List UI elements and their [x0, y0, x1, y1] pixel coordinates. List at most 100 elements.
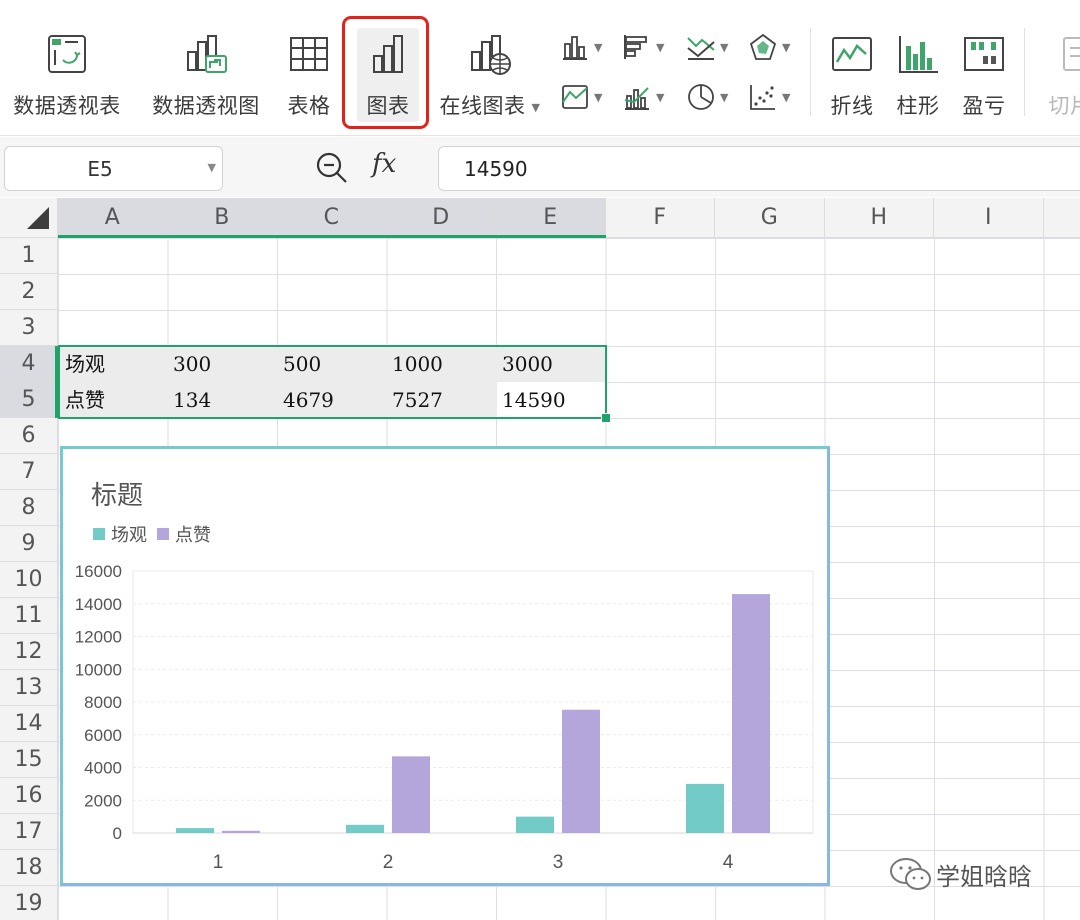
chevron-down-icon: ▼ — [720, 90, 729, 104]
y-tick-label: 0 — [113, 824, 122, 843]
sparkline-winloss-button[interactable]: 盈亏 — [958, 0, 1010, 120]
area-chart-menu[interactable]: ▼ — [560, 82, 616, 112]
pivot-chart-button[interactable]: 数据透视图 — [150, 0, 262, 120]
row-header-9[interactable]: 9 — [0, 526, 57, 562]
row-header-4[interactable]: 4 — [0, 346, 57, 382]
wechat-icon — [890, 858, 931, 890]
sparkline-line-button[interactable]: 折线 — [826, 0, 878, 120]
bar-场观 — [346, 824, 384, 833]
column-header-I[interactable]: I — [934, 198, 1044, 237]
row-header-16[interactable]: 16 — [0, 778, 57, 814]
sparkline-line-label: 折线 — [830, 94, 874, 118]
sparkline-line-icon — [832, 37, 872, 71]
table-label: 表格 — [287, 94, 331, 118]
row-header-5[interactable]: 5 — [0, 382, 57, 418]
column-header-H[interactable]: H — [825, 198, 934, 237]
row-header-15[interactable]: 15 — [0, 742, 57, 778]
row-header-10[interactable]: 10 — [0, 562, 57, 598]
row-header-6[interactable]: 6 — [0, 418, 57, 454]
y-tick-label: 2000 — [84, 791, 122, 810]
column-header-F[interactable]: F — [606, 198, 715, 237]
sparkline-winloss-icon — [964, 37, 1004, 71]
line-chart-menu[interactable]: ▼ — [686, 32, 742, 62]
pie-chart-menu[interactable]: ▼ — [686, 82, 742, 112]
fill-handle[interactable] — [601, 413, 611, 423]
chevron-down-icon: ▼ — [720, 40, 729, 54]
chevron-down-icon[interactable]: ▼ — [208, 161, 216, 174]
y-tick-label: 8000 — [84, 693, 122, 712]
combo-chart-menu[interactable]: ▼ — [622, 82, 678, 112]
chevron-down-icon: ▼ — [594, 40, 603, 54]
fx-icon[interactable]: fx — [372, 149, 396, 179]
formula-bar: E5 ▼ fx 14590 — [0, 137, 1080, 197]
slicer-button[interactable]: 切片 — [1040, 0, 1080, 120]
watermark-text: 学姐晗晗 — [936, 862, 1032, 891]
row-header-13[interactable]: 13 — [0, 670, 57, 706]
spreadsheet-app: 数据透视表 数据透视图 表格 图表 在线图表 ▼ ▼ ▼ ▼ ▼ ▼ ▼ ▼ ▼… — [0, 0, 1080, 920]
area-chart-icon — [562, 85, 588, 109]
name-box[interactable]: E5 ▼ — [4, 146, 223, 191]
pivot-chart-icon — [187, 35, 227, 73]
zoom-out-icon[interactable] — [313, 149, 351, 187]
row-header-11[interactable]: 11 — [0, 598, 57, 634]
y-tick-label: 14000 — [75, 595, 122, 614]
horizontal-bar-icon — [624, 35, 647, 59]
column-header-E[interactable]: E — [496, 198, 606, 237]
chevron-down-icon: ▼ — [782, 40, 791, 54]
x-tick-label: 4 — [723, 852, 734, 873]
row-header-3[interactable]: 3 — [0, 310, 57, 346]
chart-button-highlight — [342, 16, 429, 129]
slicer-label: 切片 — [1048, 94, 1080, 118]
online-chart-button[interactable]: 在线图表 ▼ — [436, 0, 544, 120]
pivot-table-icon — [48, 35, 86, 73]
row-header-8[interactable]: 8 — [0, 490, 57, 526]
sparkline-column-icon — [899, 36, 938, 73]
y-tick-label: 12000 — [75, 628, 122, 647]
bar-点赞 — [562, 709, 600, 833]
chevron-down-icon: ▼ — [782, 90, 791, 104]
chevron-down-icon: ▼ — [656, 40, 665, 54]
row-header-12[interactable]: 12 — [0, 634, 57, 670]
select-all-corner[interactable] — [0, 198, 58, 238]
column-header-A[interactable]: A — [58, 198, 168, 237]
column-header-D[interactable]: D — [386, 198, 496, 237]
pivot-table-button[interactable]: 数据透视表 — [12, 0, 122, 120]
scatter-chart-icon — [750, 85, 775, 110]
row-header-19[interactable]: 19 — [0, 886, 57, 920]
column-header-G[interactable]: G — [715, 198, 825, 237]
radar-chart-icon — [749, 33, 777, 60]
bar-场观 — [176, 828, 214, 833]
row-header-7[interactable]: 7 — [0, 454, 57, 490]
formula-input[interactable]: 14590 — [438, 146, 1080, 191]
row-header-1[interactable]: 1 — [0, 238, 57, 274]
x-tick-label: 3 — [553, 852, 564, 873]
pivot-table-label: 数据透视表 — [13, 94, 121, 118]
row-header-2[interactable]: 2 — [0, 274, 57, 310]
formula-value: 14590 — [464, 157, 528, 181]
row-header-18[interactable]: 18 — [0, 850, 57, 886]
ribbon-separator — [1024, 28, 1025, 116]
radar-chart-menu[interactable]: ▼ — [748, 32, 804, 62]
online-chart-icon — [471, 35, 511, 75]
online-chart-dropdown-icon[interactable]: ▼ — [532, 101, 541, 114]
bar-场观 — [686, 783, 724, 833]
table-button[interactable]: 表格 — [284, 0, 334, 120]
bar-场观 — [516, 816, 554, 833]
chart-object[interactable]: 标题 场观 点赞 0 2000 4000 6000 8000 10000 12000 1400… — [60, 446, 830, 886]
row-header-14[interactable]: 14 — [0, 706, 57, 742]
scatter-chart-menu[interactable]: ▼ — [748, 82, 804, 112]
column-header-B[interactable]: B — [167, 198, 277, 237]
sparkline-column-button[interactable]: 柱形 — [892, 0, 944, 120]
watermark: 学姐晗晗 — [888, 854, 1032, 894]
column-header-C[interactable]: C — [277, 198, 387, 237]
y-tick-label: 16000 — [75, 562, 122, 581]
row-header-17[interactable]: 17 — [0, 814, 57, 850]
cell-reference: E5 — [87, 157, 113, 181]
chevron-down-icon: ▼ — [656, 90, 665, 104]
sparkline-column-label: 柱形 — [896, 94, 940, 118]
column-headers: ABCDEFGHI — [58, 198, 1080, 238]
bar-chart-menu[interactable]: ▼ — [622, 32, 678, 62]
column-chart-menu[interactable]: ▼ — [560, 32, 616, 62]
y-tick-label: 6000 — [84, 726, 122, 745]
pivot-chart-label: 数据透视图 — [152, 94, 260, 118]
